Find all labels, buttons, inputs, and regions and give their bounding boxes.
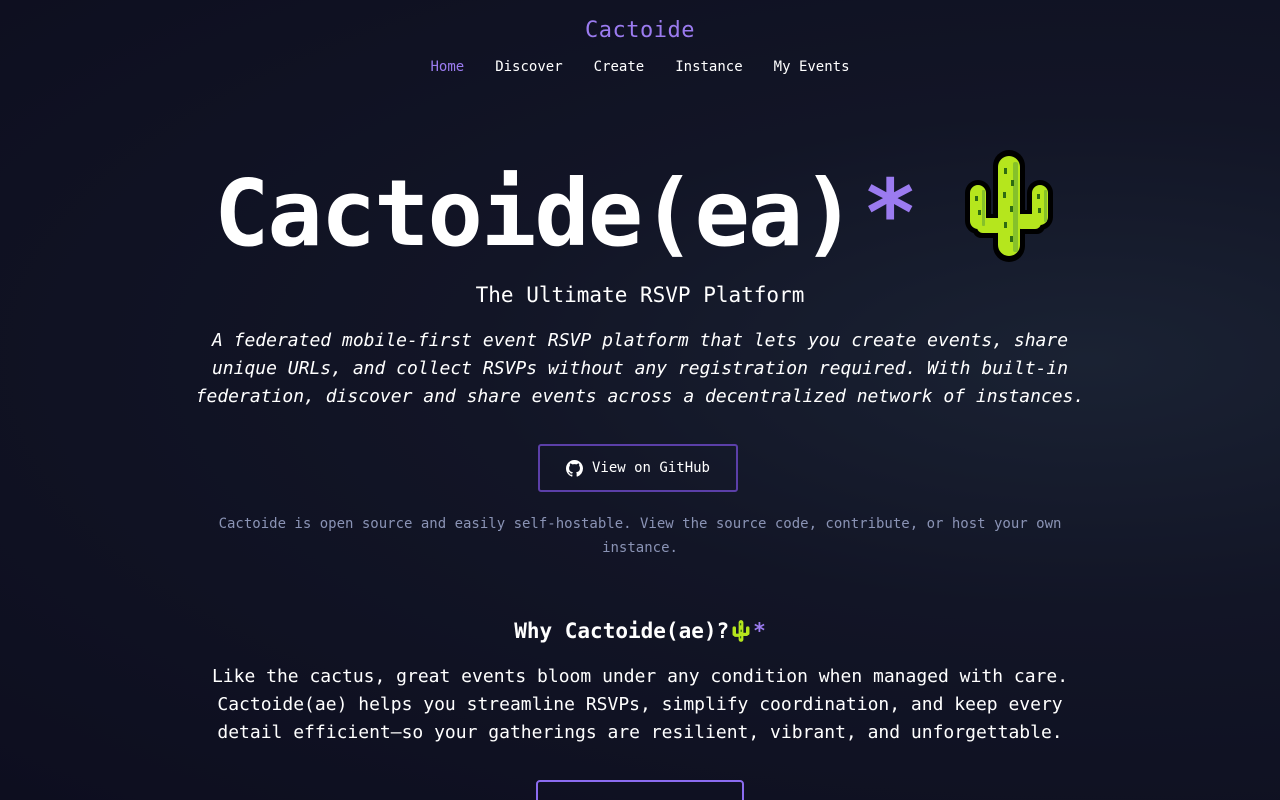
main-nav: Home Discover Create Instance My Events	[0, 59, 1280, 75]
why-title: Why Cactoide(ae)? *	[0, 618, 1280, 644]
view-on-github-label: View on GitHub	[591, 460, 710, 476]
hero-subtitle: The Ultimate RSVP Platform	[475, 283, 805, 307]
brand-logo[interactable]: Cactoide	[0, 18, 1280, 43]
github-icon	[565, 459, 583, 477]
hero-title-asterisk: *	[862, 159, 918, 267]
nav-discover[interactable]: Discover	[495, 59, 562, 75]
why-title-text: Why Cactoide(ae)?	[514, 619, 730, 643]
open-source-note: Cactoide is open source and easily self-…	[218, 516, 1062, 556]
hero-description: A federated mobile-first event RSVP plat…	[195, 330, 1085, 407]
nav-my-events[interactable]: My Events	[774, 59, 850, 75]
nav-home[interactable]: Home	[430, 59, 464, 75]
view-on-github-button[interactable]: View on GitHub	[538, 444, 738, 492]
nav-create[interactable]: Create	[594, 59, 645, 75]
cta-button[interactable]	[536, 780, 744, 800]
hero-title-text: Cactoide(ea)	[214, 159, 857, 267]
why-title-asterisk: *	[753, 619, 766, 643]
cactus-icon	[732, 620, 750, 642]
why-description: Like the cactus, great events bloom unde…	[211, 666, 1069, 743]
hero-title: Cactoide(ea) *	[214, 158, 918, 268]
cactus-icon	[965, 150, 1053, 262]
nav-instance[interactable]: Instance	[675, 59, 742, 75]
